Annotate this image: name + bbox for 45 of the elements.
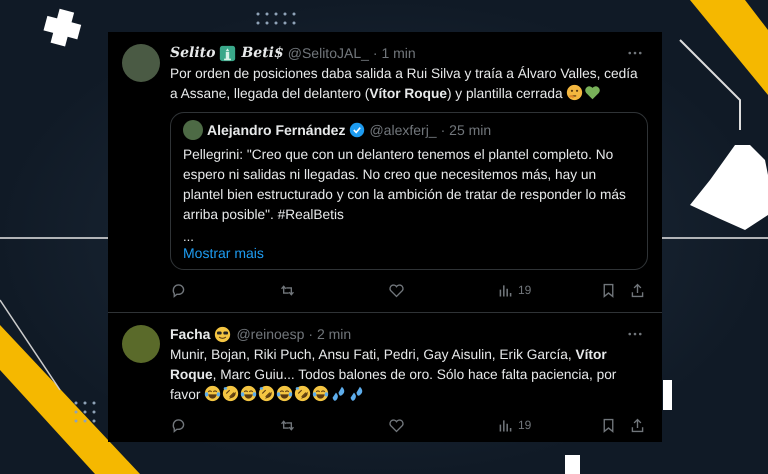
tilted-laughing-face-icon xyxy=(222,385,240,402)
author-name[interactable]: Facha xyxy=(170,326,210,342)
sunglasses-face-icon xyxy=(214,326,232,342)
views-count: 19 xyxy=(518,418,532,432)
post-time: · 25 min xyxy=(440,122,492,138)
avatar[interactable] xyxy=(183,120,203,140)
more-options-icon[interactable] xyxy=(628,51,642,55)
laughing-face-icon xyxy=(240,385,258,402)
tilted-laughing-face-icon xyxy=(294,385,312,402)
dot-grid-drawing xyxy=(74,402,96,422)
author-name[interactable]: Selito xyxy=(170,45,216,61)
post-time[interactable]: · 2 min xyxy=(308,326,352,342)
quoted-post-card[interactable] xyxy=(170,112,648,270)
author-handle: @alexferj_ xyxy=(369,122,437,138)
reply-icon[interactable] xyxy=(170,282,187,298)
share-icon[interactable] xyxy=(629,282,646,298)
author-handle[interactable]: @reinoesp xyxy=(236,326,304,342)
avatar[interactable] xyxy=(122,44,160,82)
reply-icon[interactable] xyxy=(170,416,187,434)
avatar[interactable] xyxy=(122,325,160,363)
like-icon[interactable] xyxy=(388,282,405,298)
block-shape xyxy=(663,380,672,410)
dot-grid-drawing xyxy=(256,12,296,24)
quoted-post-text: Pellegrini: "Creo que con un delantero tenemos el plantel completo. No espero ni salidas ni llegadas. No creo que necesitemos más, hay un plantel bien estructurado y con la ambición de tratar de responder lo más arriba posible". #RealBetis xyxy=(183,146,627,224)
heart-icon xyxy=(584,84,602,101)
author-name: Alejandro Fernández xyxy=(207,122,346,138)
thinking-face-icon xyxy=(566,84,584,101)
author-name-suffix: Beti$ xyxy=(241,45,284,61)
share-icon[interactable] xyxy=(629,416,646,434)
laughing-face-icon xyxy=(276,385,294,402)
ellipsis-text: ... xyxy=(183,229,195,245)
show-more-link[interactable]: Mostrar mais xyxy=(183,245,264,261)
post-text: Munir, Bojan, Riki Puch, Ansu Fati, Pedri, Gay Aisulin, Erik García, Vítor Roque, Marc Guiu... Todos balones de oro. Sólo hace falta paciencia, por favor xyxy=(170,346,618,404)
cross-shape xyxy=(44,8,82,46)
laughing-face-icon xyxy=(312,385,330,402)
post-text: Por orden de posiciones daba salida a Rui Silva y traía a Álvaro Valles, cedía a Assane, llegada del delantero (Vítor Roque) y plantilla cerrada xyxy=(170,65,639,103)
more-options-icon[interactable] xyxy=(628,332,642,336)
post-time[interactable]: · 1 min xyxy=(372,45,416,61)
laughing-face-icon xyxy=(204,385,222,402)
like-icon[interactable] xyxy=(388,416,405,434)
views-count: 19 xyxy=(518,283,532,297)
tilted-laughing-face-icon xyxy=(258,385,276,402)
block-shape xyxy=(565,455,580,474)
author-handle[interactable]: @SelitoJAL_ xyxy=(288,45,369,61)
statue-icon xyxy=(219,44,236,62)
